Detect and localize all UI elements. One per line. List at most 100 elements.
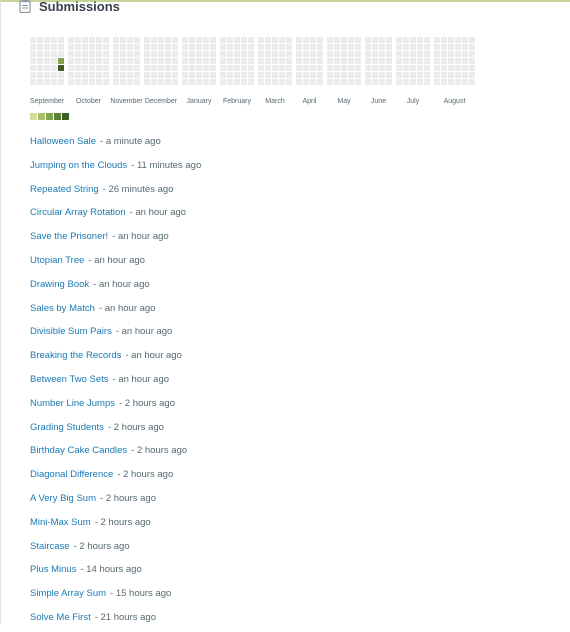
heatmap-cell <box>210 58 216 64</box>
submission-link[interactable]: Utopian Tree <box>30 255 84 266</box>
submission-link[interactable]: Staircase <box>30 541 70 552</box>
heatmap-cell <box>127 37 133 43</box>
heatmap-cell <box>279 51 285 57</box>
legend-swatch <box>54 113 61 120</box>
heatmap-cell <box>410 37 416 43</box>
submission-link[interactable]: Plus Minus <box>30 564 76 575</box>
heatmap-cell <box>144 79 150 85</box>
heatmap-cell <box>279 72 285 78</box>
heatmap-cell <box>327 65 333 71</box>
submission-link[interactable]: Diagonal Difference <box>30 469 113 480</box>
heatmap-cell <box>334 37 340 43</box>
heatmap-cell <box>396 65 402 71</box>
heatmap-cell <box>89 58 95 64</box>
heatmap-cell <box>272 44 278 50</box>
heatmap-cell <box>37 51 43 57</box>
heatmap-cell <box>327 79 333 85</box>
heatmap-cell <box>151 37 157 43</box>
month-label: September <box>30 98 65 105</box>
heatmap-cell <box>372 72 378 78</box>
heatmap-cell <box>372 65 378 71</box>
heatmap-cell <box>134 58 140 64</box>
list-item: Divisible Sum Pairs - an hour ago <box>30 322 201 346</box>
heatmap-cell <box>203 72 209 78</box>
heatmap-cell <box>151 51 157 57</box>
heatmap-cell <box>410 44 416 50</box>
heatmap-cell <box>44 37 50 43</box>
heatmap-cell <box>296 37 302 43</box>
submission-link[interactable]: Repeated String <box>30 184 99 195</box>
heatmap-cell <box>379 65 385 71</box>
heatmap-cell <box>68 72 74 78</box>
heatmap-cell <box>165 51 171 57</box>
submission-time: - 26 minutes ago <box>102 183 174 195</box>
submission-link[interactable]: Simple Array Sum <box>30 588 106 599</box>
submission-link[interactable]: Solve Me First <box>30 612 91 623</box>
submission-link[interactable]: Jumping on the Clouds <box>30 160 127 171</box>
heatmap-cell <box>258 37 264 43</box>
list-item: Breaking the Records - an hour ago <box>30 346 201 370</box>
heatmap-cell <box>234 51 240 57</box>
heatmap-cell <box>441 79 447 85</box>
heatmap-cell <box>386 72 392 78</box>
heatmap-cell <box>44 44 50 50</box>
heatmap-cell <box>403 72 409 78</box>
heatmap-cell <box>396 37 402 43</box>
heatmap-cell <box>196 65 202 71</box>
heatmap-cell <box>455 65 461 71</box>
heatmap-cell <box>89 79 95 85</box>
heatmap-cell <box>82 79 88 85</box>
submission-link[interactable]: Divisible Sum Pairs <box>30 326 112 337</box>
heatmap-cell <box>44 58 50 64</box>
list-item: Between Two Sets - an hour ago <box>30 370 201 394</box>
heatmap-cell <box>75 58 81 64</box>
submission-link[interactable]: Mini-Max Sum <box>30 517 91 528</box>
submission-time: - 2 hours ago <box>107 421 164 433</box>
heatmap-cell <box>296 51 302 57</box>
heatmap-cell <box>279 65 285 71</box>
heatmap-cell <box>227 79 233 85</box>
submission-link[interactable]: Drawing Book <box>30 279 89 290</box>
heatmap-cell <box>96 65 102 71</box>
heatmap-cell <box>348 72 354 78</box>
month-label: February <box>223 98 252 105</box>
heatmap-cell <box>44 51 50 57</box>
submission-time: - 2 hours ago <box>119 397 175 409</box>
heatmap-cell <box>189 72 195 78</box>
heatmap-cell <box>424 51 430 57</box>
month-label: October <box>76 98 102 105</box>
heatmap-cell <box>227 65 233 71</box>
heatmap-cell <box>372 51 378 57</box>
heatmap-cell <box>441 58 447 64</box>
submission-link[interactable]: Between Two Sets <box>30 374 109 385</box>
heatmap-cell <box>441 72 447 78</box>
heatmap-cell <box>248 37 254 43</box>
heatmap-cell <box>120 65 126 71</box>
legend-swatch <box>30 113 37 120</box>
heatmap-cell <box>434 58 440 64</box>
submission-link[interactable]: Save the Prisoner! <box>30 231 108 242</box>
heatmap-cell <box>241 58 247 64</box>
list-item: Sales by Match - an hour ago <box>30 299 201 323</box>
submission-time: - 21 hours ago <box>94 611 156 623</box>
list-item: Save the Prisoner! - an hour ago <box>30 227 201 251</box>
submission-link[interactable]: Halloween Sale <box>30 136 96 147</box>
submission-link[interactable]: Circular Array Rotation <box>30 207 126 218</box>
heatmap-cell <box>386 65 392 71</box>
submission-link[interactable]: Number Line Jumps <box>30 398 115 409</box>
heatmap-cell <box>196 72 202 78</box>
heatmap-cell <box>355 51 361 57</box>
heatmap-cell <box>372 37 378 43</box>
heatmap-cell <box>37 44 43 50</box>
submission-link[interactable]: Breaking the Records <box>30 350 121 361</box>
submission-link[interactable]: Grading Students <box>30 422 104 433</box>
heatmap-cell <box>113 79 119 85</box>
submission-link[interactable]: Sales by Match <box>30 303 95 314</box>
submission-link[interactable]: A Very Big Sum <box>30 493 96 504</box>
heatmap-cell <box>279 58 285 64</box>
heatmap-cell <box>469 79 475 85</box>
heatmap-cell <box>37 79 43 85</box>
submission-link[interactable]: Birthday Cake Candles <box>30 445 127 456</box>
heatmap-cell <box>317 44 323 50</box>
heatmap-cell <box>303 65 309 71</box>
